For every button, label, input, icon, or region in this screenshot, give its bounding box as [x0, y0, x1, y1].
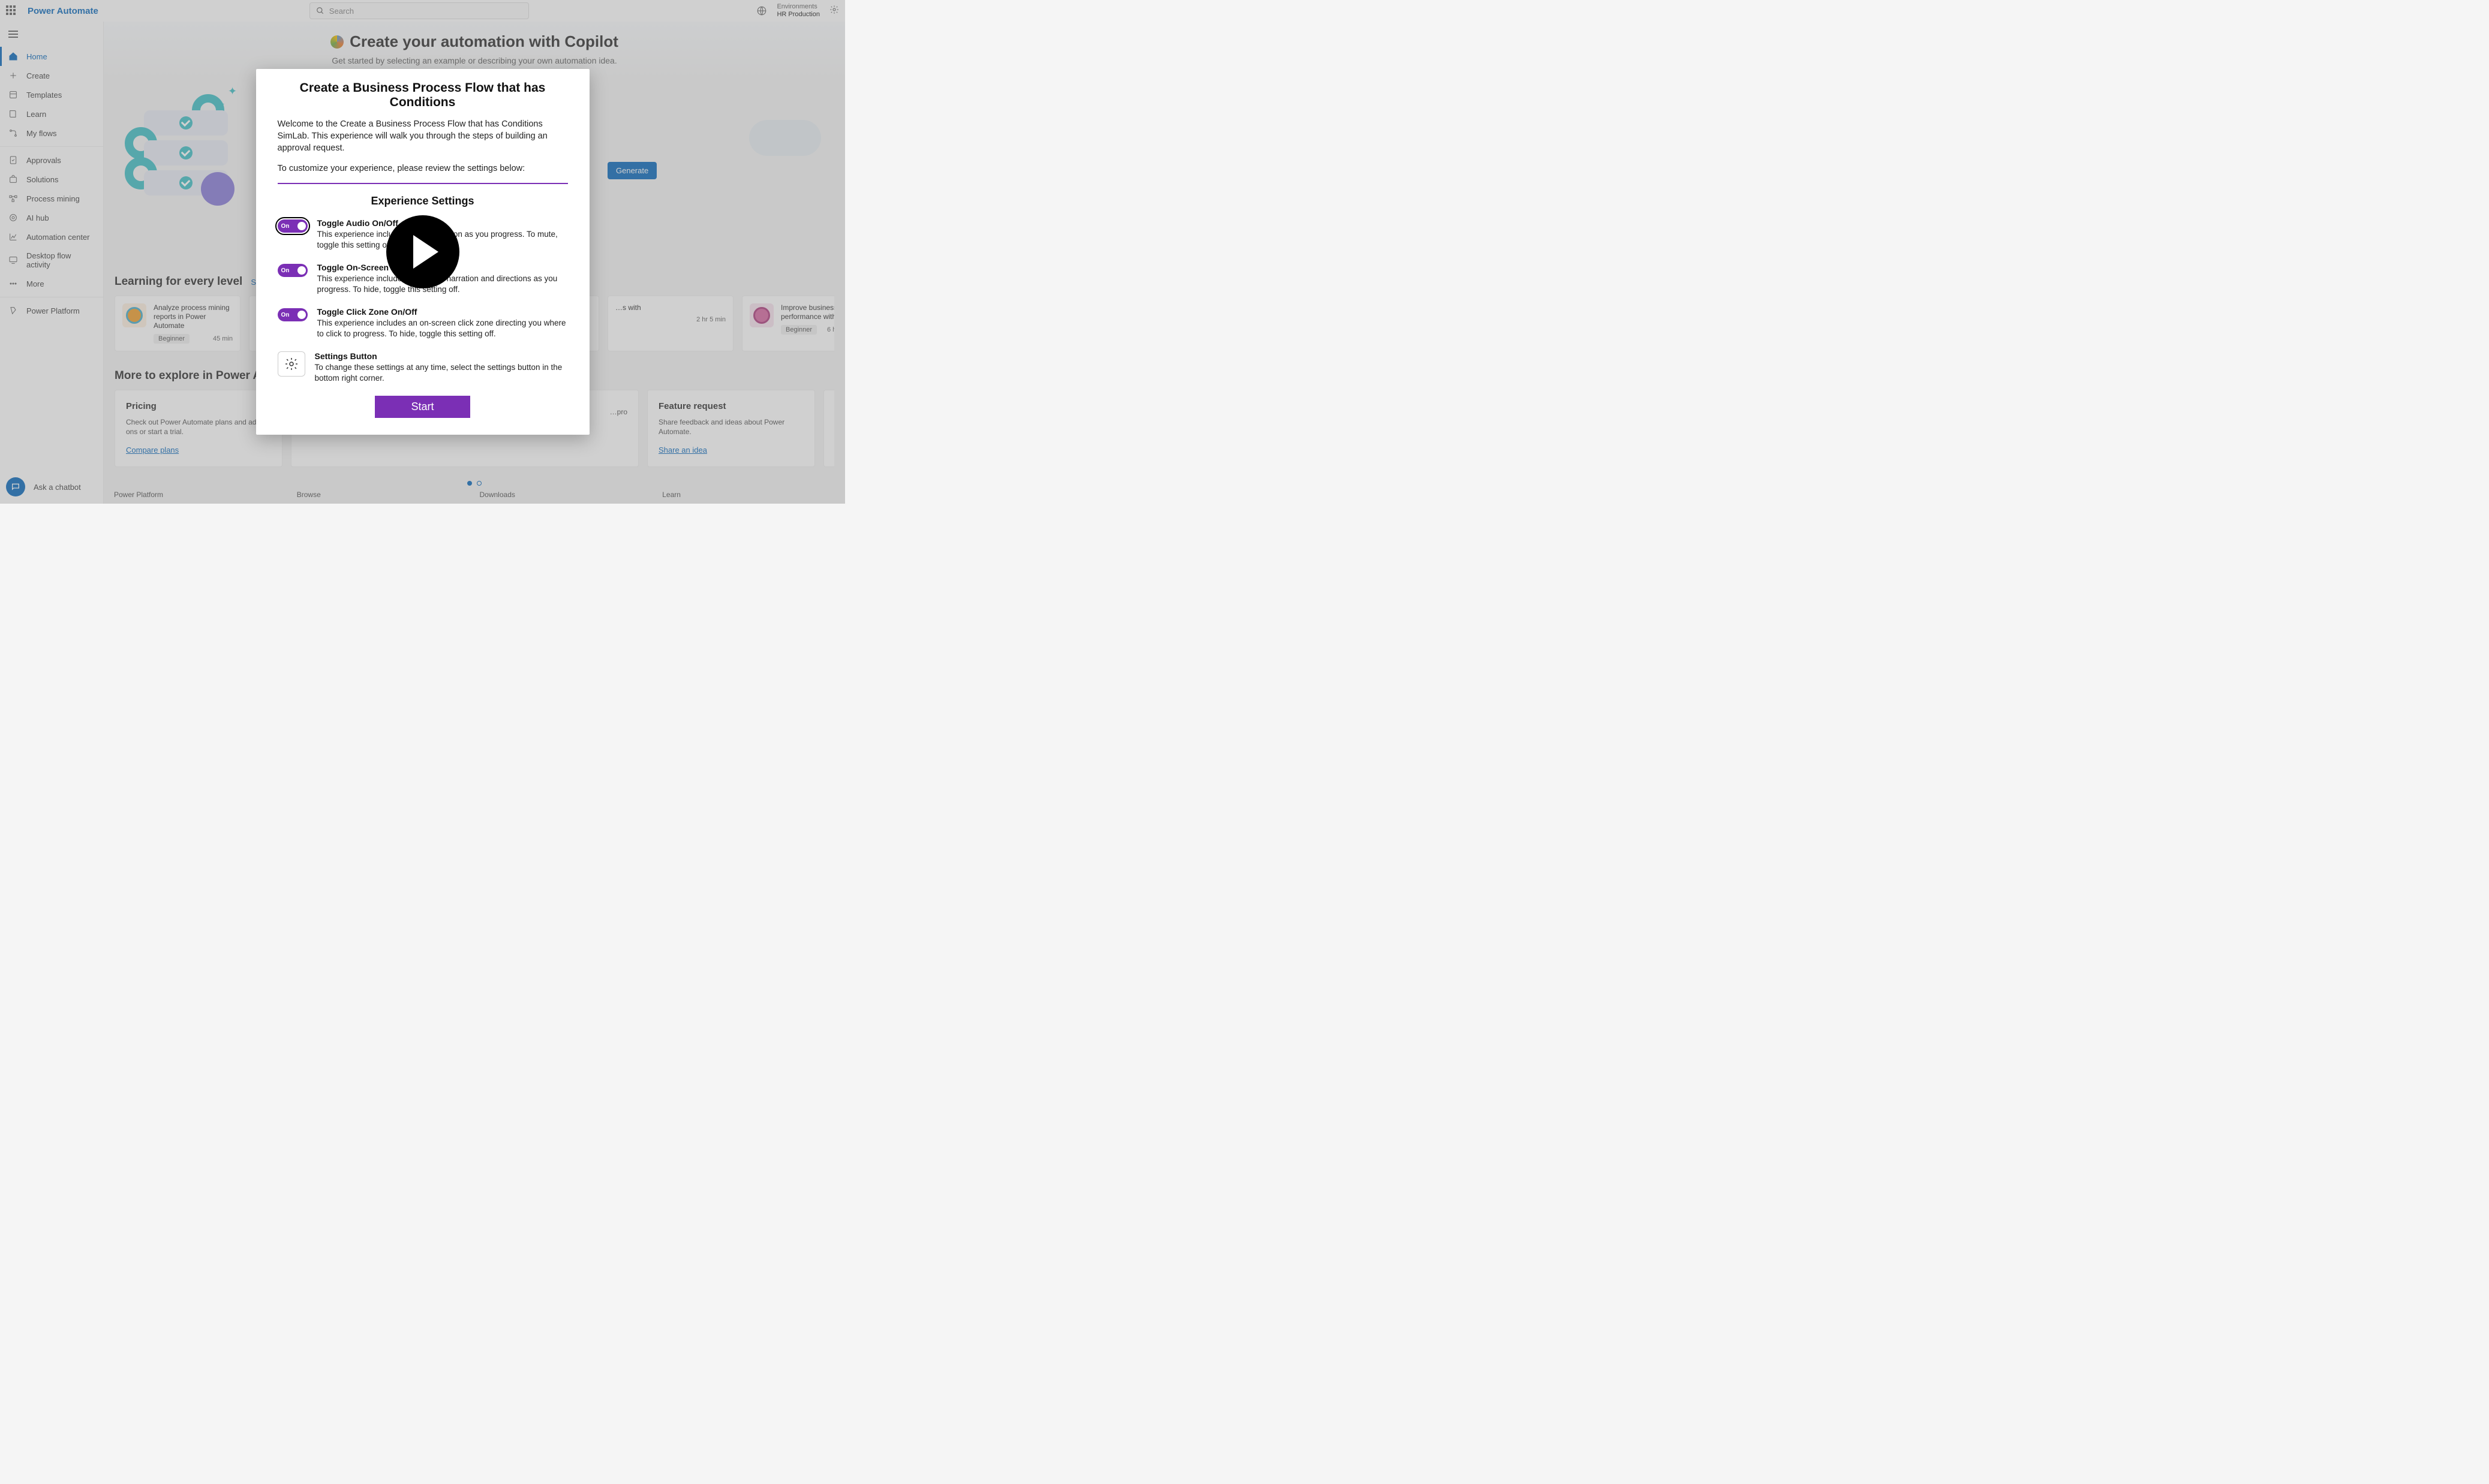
- play-button[interactable]: [386, 215, 459, 288]
- toggle-clickzone[interactable]: On: [278, 308, 308, 321]
- start-button[interactable]: Start: [375, 396, 470, 418]
- setting-clickzone: On Toggle Click Zone On/OffThis experien…: [278, 307, 568, 339]
- modal-title: Create a Business Process Flow that has …: [278, 81, 568, 110]
- modal-divider: [278, 183, 568, 184]
- toggle-label: On: [281, 223, 290, 230]
- setting-body: To change these settings at any time, se…: [315, 363, 563, 383]
- settings-gear-icon: [278, 351, 305, 377]
- toggle-onscreen[interactable]: On: [278, 264, 308, 277]
- modal-intro-2: To customize your experience, please rev…: [278, 162, 568, 174]
- setting-title: Settings Button: [315, 351, 568, 361]
- setting-title: Toggle Click Zone On/Off: [317, 307, 568, 317]
- setting-body: This experience includes an on-screen cl…: [317, 318, 566, 338]
- toggle-label: On: [281, 267, 290, 274]
- settings-heading: Experience Settings: [278, 195, 568, 207]
- toggle-label: On: [281, 312, 290, 318]
- setting-settingsbtn: Settings Button To change these settings …: [278, 351, 568, 384]
- toggle-audio[interactable]: On: [278, 219, 308, 233]
- modal-intro-1: Welcome to the Create a Business Process…: [278, 118, 568, 154]
